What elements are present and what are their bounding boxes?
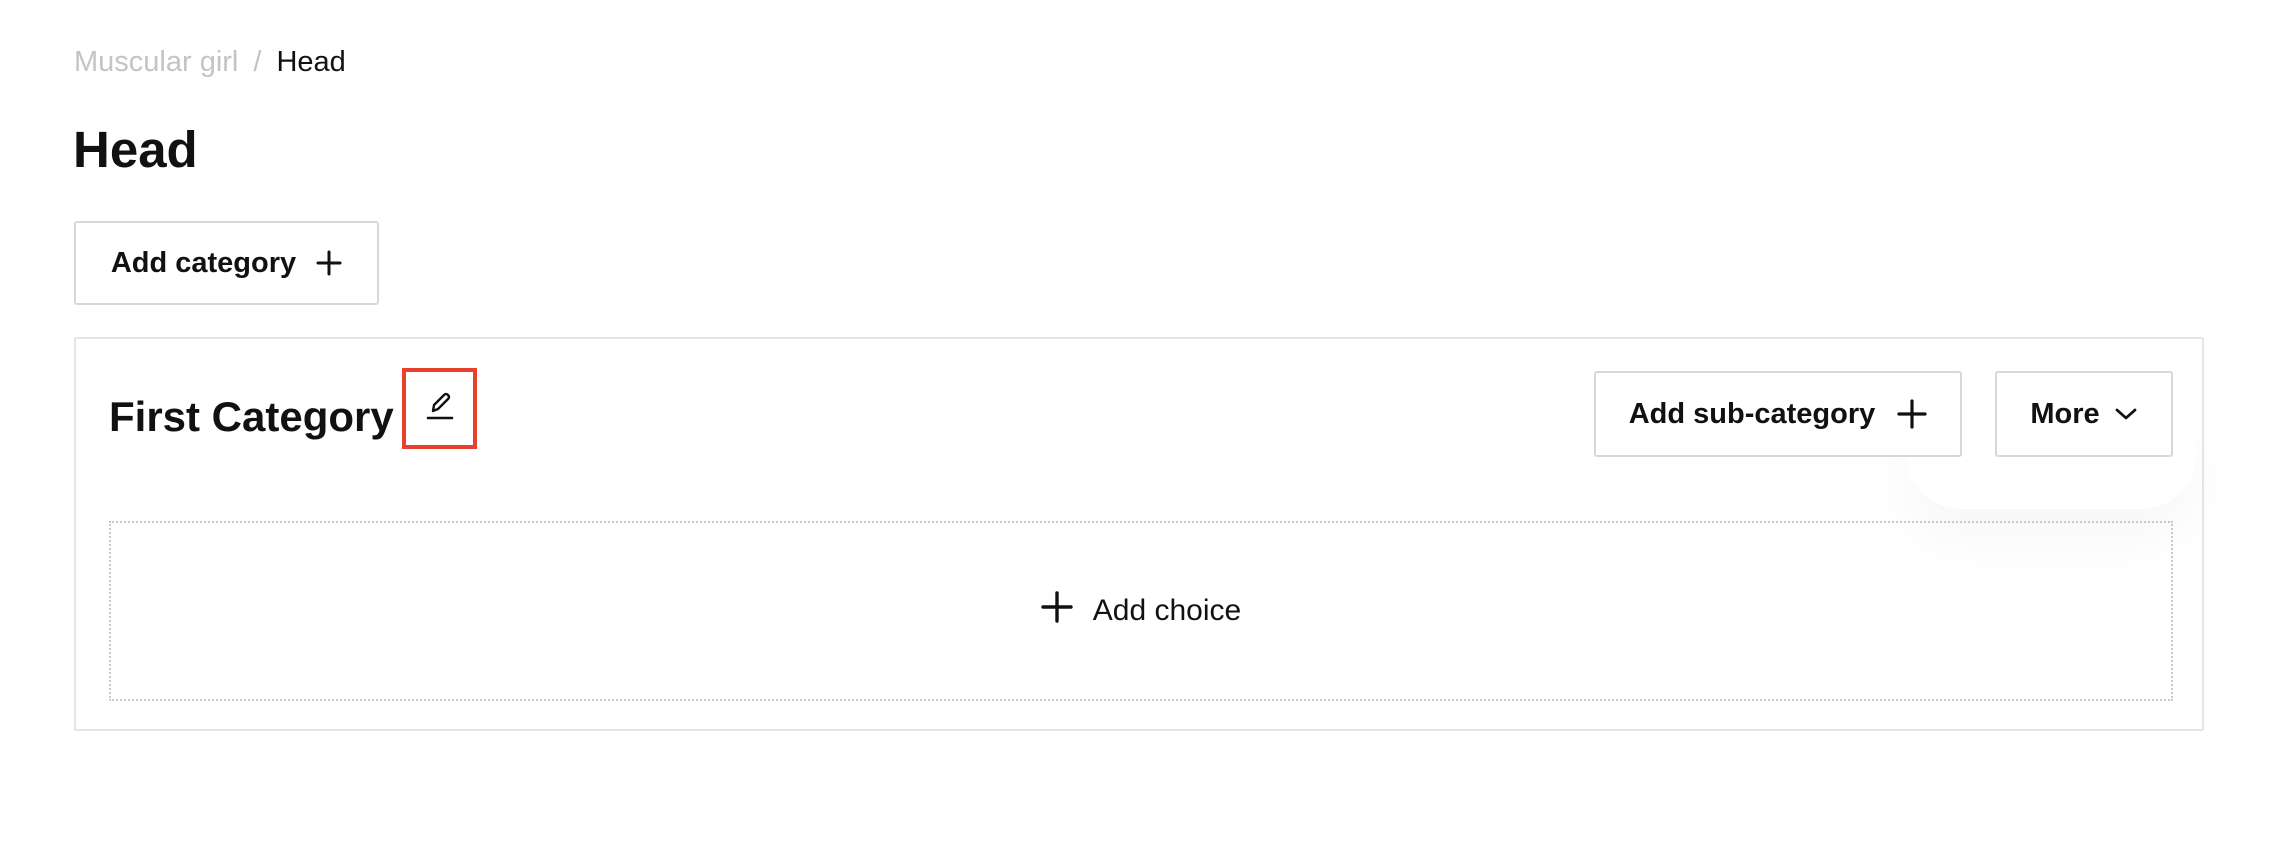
breadcrumb-parent-link[interactable]: Muscular girl bbox=[74, 46, 238, 79]
add-category-label: Add category bbox=[110, 246, 297, 279]
edit-category-button[interactable] bbox=[402, 368, 477, 449]
add-choice-button[interactable]: Add choice bbox=[109, 521, 2173, 701]
category-title: First Category bbox=[109, 393, 394, 440]
plus-icon bbox=[316, 250, 342, 276]
add-category-button[interactable]: Add category bbox=[74, 221, 379, 305]
pencil-icon bbox=[425, 390, 455, 427]
add-subcategory-button[interactable]: Add sub-category bbox=[1594, 371, 1962, 457]
plus-icon bbox=[1041, 591, 1073, 631]
plus-icon bbox=[1897, 399, 1927, 429]
page: Muscular girl / Head Head Add category F… bbox=[0, 0, 2278, 862]
page-title: Head bbox=[73, 121, 198, 178]
breadcrumb: Muscular girl / Head bbox=[74, 42, 346, 82]
breadcrumb-current: Head bbox=[276, 45, 346, 78]
breadcrumb-separator: / bbox=[253, 45, 262, 78]
add-choice-label: Add choice bbox=[1092, 594, 1242, 627]
more-button[interactable]: More bbox=[1995, 371, 2173, 457]
more-label: More bbox=[2030, 397, 2100, 430]
chevron-down-icon bbox=[2114, 406, 2138, 422]
add-subcategory-label: Add sub-category bbox=[1628, 397, 1876, 430]
category-card: First Category Add sub-category More Add… bbox=[74, 337, 2204, 731]
